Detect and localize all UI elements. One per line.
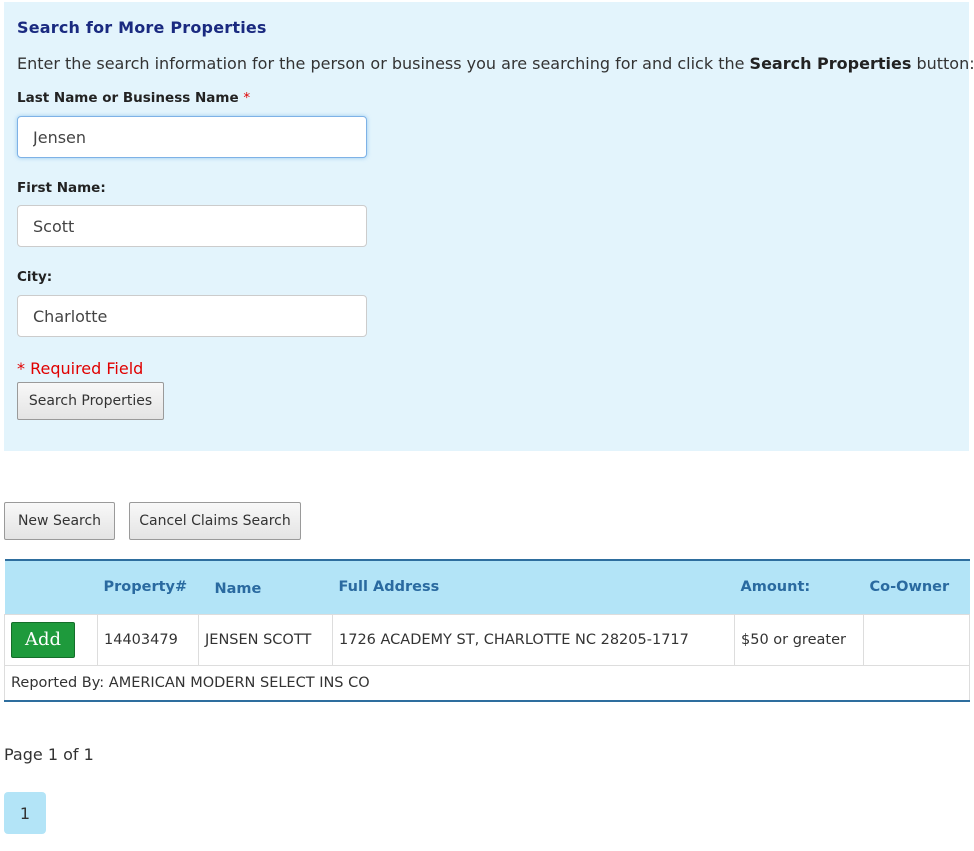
required-star: * [243,90,251,106]
last-name-label-text: Last Name or Business Name [17,90,239,106]
address-cell: 1726 ACADEMY ST, CHARLOTTE NC 28205-1717 [332,613,735,666]
search-panel: Search for More Properties Enter the sea… [4,2,974,451]
header-property-number: Property# [97,560,199,614]
results-table: Property# Name Full Address Amount: Co-O… [4,559,970,702]
first-name-input[interactable] [17,205,367,247]
reported-by-cell: Reported By: AMERICAN MODERN SELECT INS … [4,664,970,702]
reported-by-row: Reported By: AMERICAN MODERN SELECT INS … [4,664,970,702]
instructions-text: Enter the search information for the per… [17,54,750,73]
new-search-button[interactable]: New Search [4,502,115,540]
table-header-row: Property# Name Full Address Amount: Co-O… [4,560,970,614]
header-name: Name [198,560,333,614]
page-info: Page 1 of 1 [4,745,94,764]
co-owner-cell [863,613,970,666]
name-cell: JENSEN SCOTT [198,613,333,666]
table-row: Add 14403479 JENSEN SCOTT 1726 ACADEMY S… [4,613,970,666]
add-property-button[interactable]: Add [11,621,75,658]
add-cell: Add [4,613,98,666]
property-number-cell: 14403479 [97,613,199,666]
last-name-input[interactable] [17,116,367,158]
search-instructions: Enter the search information for the per… [17,54,974,73]
city-input[interactable] [17,295,367,337]
required-field-note: * Required Field [17,359,144,378]
cancel-claims-search-button[interactable]: Cancel Claims Search [129,502,301,540]
city-label: City: [17,269,53,285]
header-amount: Amount: [734,560,864,614]
search-properties-button[interactable]: Search Properties [17,382,164,420]
instructions-bold: Search Properties [749,54,912,73]
panel-title: Search for More Properties [17,18,267,37]
first-name-label: First Name: [17,180,106,196]
header-co-owner: Co-Owner [863,560,970,614]
header-full-address: Full Address [332,560,735,614]
last-name-label: Last Name or Business Name * [17,90,250,106]
header-action [4,560,98,614]
amount-cell: $50 or greater [734,613,864,666]
page-number-button[interactable]: 1 [4,792,46,834]
instructions-end: button: [911,54,974,73]
